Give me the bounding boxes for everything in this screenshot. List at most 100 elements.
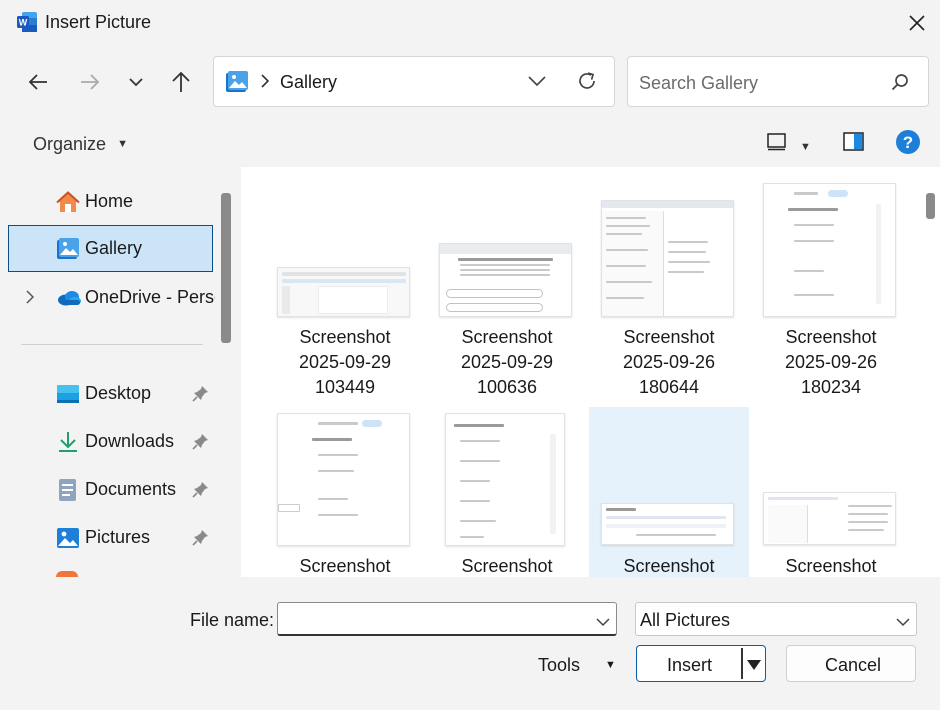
file-name: 100636 xyxy=(476,377,538,397)
tools-menu-button[interactable]: Tools ▼ xyxy=(538,655,616,676)
close-icon xyxy=(909,15,925,31)
desktop-icon xyxy=(56,382,80,406)
chevron-down-icon xyxy=(528,76,546,87)
nav-divider xyxy=(21,344,203,345)
breadcrumb-location[interactable]: Gallery xyxy=(280,72,337,93)
file-name-field[interactable] xyxy=(277,602,617,636)
view-mode-button[interactable] xyxy=(767,133,787,151)
up-button[interactable] xyxy=(163,64,199,100)
nav-item-pictures[interactable]: Pictures xyxy=(8,514,213,561)
organize-label: Organize xyxy=(33,134,107,154)
file-name: 2025-09-29 xyxy=(298,352,392,372)
expand-chevron-icon[interactable] xyxy=(26,290,35,309)
caret-down-icon xyxy=(747,660,761,670)
view-mode-icon xyxy=(767,133,786,151)
nav-item-gallery[interactable]: Gallery xyxy=(8,225,213,272)
window-title: Insert Picture xyxy=(45,12,152,32)
search-input[interactable]: Search Gallery xyxy=(639,73,758,94)
file-thumbnail xyxy=(763,492,896,545)
insert-label: Insert xyxy=(667,655,713,675)
word-app-icon: W xyxy=(16,11,38,33)
address-bar[interactable]: Gallery xyxy=(213,56,615,107)
file-name: Screenshot xyxy=(785,556,877,576)
file-name: 180234 xyxy=(800,377,862,397)
organize-menu-button[interactable]: Organize ▼ xyxy=(33,134,128,155)
file-name: Screenshot xyxy=(461,327,553,347)
file-name-label: File name: xyxy=(190,610,275,630)
gallery-icon xyxy=(56,237,80,261)
file-thumbnail xyxy=(439,243,572,317)
file-tile[interactable]: Screenshot 2025-09-29 100636 xyxy=(427,177,587,407)
pin-icon[interactable] xyxy=(192,432,210,450)
help-button[interactable]: ? xyxy=(895,129,921,155)
file-name: 2025-09-26 xyxy=(784,352,878,372)
nav-item-downloads[interactable]: Downloads xyxy=(8,418,213,465)
file-name: Screenshot xyxy=(785,327,877,347)
downloads-icon xyxy=(56,430,80,454)
preview-pane-icon xyxy=(843,132,864,151)
forward-button[interactable] xyxy=(72,64,108,100)
recent-locations-button[interactable] xyxy=(118,64,154,100)
preview-pane-button[interactable] xyxy=(843,132,865,152)
file-name: 2025-09-29 xyxy=(460,352,554,372)
pin-icon[interactable] xyxy=(192,528,210,546)
file-name: 180644 xyxy=(638,377,700,397)
svg-text:?: ? xyxy=(903,133,913,152)
insert-button[interactable]: Insert xyxy=(636,645,766,682)
svg-text:W: W xyxy=(19,18,28,28)
file-thumbnail xyxy=(763,183,896,317)
nav-item-home[interactable]: Home xyxy=(8,178,213,225)
file-type-dropdown[interactable]: All Pictures xyxy=(635,602,917,636)
file-name: Screenshot xyxy=(299,556,391,576)
file-name: 103449 xyxy=(314,377,376,397)
chevron-down-icon[interactable] xyxy=(596,614,610,632)
file-thumbnail xyxy=(445,413,565,546)
pictures-icon xyxy=(56,526,80,550)
file-tile[interactable]: Screenshot xyxy=(427,407,587,577)
nav-item-desktop[interactable]: Desktop xyxy=(8,370,213,417)
gallery-icon xyxy=(225,70,249,94)
command-bar xyxy=(0,120,940,167)
file-tile[interactable]: Screenshot xyxy=(265,407,425,577)
nav-item-documents[interactable]: Documents xyxy=(8,466,213,513)
search-box[interactable]: Search Gallery xyxy=(627,56,929,107)
file-tile-selected[interactable]: Screenshot xyxy=(589,407,749,577)
pin-icon[interactable] xyxy=(192,480,210,498)
view-options-dropdown[interactable]: ▼ xyxy=(800,137,811,155)
arrow-up-icon xyxy=(172,71,190,92)
caret-down-icon: ▼ xyxy=(800,141,811,153)
caret-down-icon: ▼ xyxy=(117,138,128,150)
close-button[interactable] xyxy=(904,10,930,36)
arrow-right-icon xyxy=(81,74,100,90)
home-icon xyxy=(56,190,80,214)
address-dropdown-button[interactable] xyxy=(528,74,548,90)
nav-item-label: Downloads xyxy=(85,431,175,451)
file-thumbnail xyxy=(601,503,734,545)
file-tile[interactable]: Screenshot 2025-09-26 180234 xyxy=(751,177,911,407)
nav-item-onedrive[interactable]: OneDrive - Perso xyxy=(8,274,215,321)
documents-icon xyxy=(56,478,80,502)
file-grid: Screenshot 2025-09-29 103449 Screenshot … xyxy=(241,167,940,577)
breadcrumb-chevron-icon xyxy=(261,74,270,93)
insert-split-divider xyxy=(741,648,743,679)
file-thumbnail xyxy=(601,200,734,317)
navigation-scrollbar-thumb[interactable] xyxy=(221,193,231,343)
content-scrollbar-thumb[interactable] xyxy=(926,193,935,219)
pin-icon[interactable] xyxy=(192,384,210,402)
caret-down-icon: ▼ xyxy=(605,659,616,671)
cancel-label: Cancel xyxy=(825,655,882,675)
file-tile[interactable]: Screenshot 2025-09-26 180644 xyxy=(589,177,749,407)
file-name: Screenshot xyxy=(299,327,391,347)
file-thumbnail xyxy=(277,413,410,546)
insert-options-dropdown[interactable] xyxy=(746,658,762,676)
cancel-button[interactable]: Cancel xyxy=(786,645,916,682)
back-button[interactable] xyxy=(20,64,56,100)
file-tile[interactable]: Screenshot xyxy=(751,407,911,577)
file-name: 2025-09-26 xyxy=(622,352,716,372)
bottom-panel xyxy=(0,577,940,710)
file-name: Screenshot xyxy=(623,327,715,347)
nav-item-label: Desktop xyxy=(85,383,152,403)
file-tile[interactable]: Screenshot 2025-09-29 103449 xyxy=(265,177,425,407)
nav-item-label: OneDrive - Perso xyxy=(85,287,215,307)
refresh-button[interactable] xyxy=(576,70,600,94)
